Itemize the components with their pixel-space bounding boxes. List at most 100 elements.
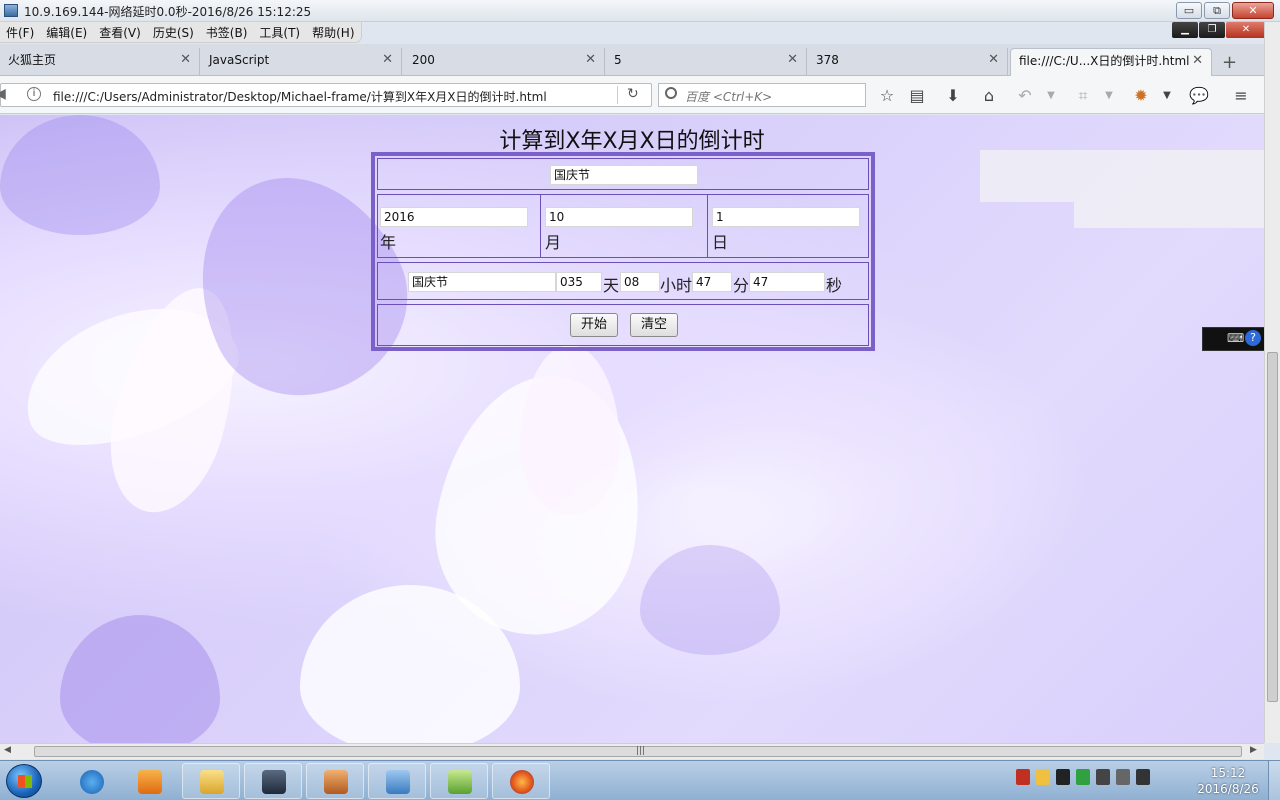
- menu-edit[interactable]: 编辑(E): [40, 24, 93, 41]
- purple-lily-decoration: [640, 545, 780, 655]
- tray-weather-icon[interactable]: [1036, 769, 1050, 785]
- crop-dropdown-icon[interactable]: ▼: [1098, 90, 1120, 101]
- year-cell: 2016 年: [378, 195, 541, 257]
- tray-monitor-icon[interactable]: [1056, 769, 1070, 785]
- keyboard-icon[interactable]: ⌨: [1227, 331, 1244, 345]
- tab-bar: 火狐主页 ✕ JavaScript ✕ 200 ✕ 5 ✕ 378 ✕ file…: [0, 44, 1264, 76]
- browser-window-controls: ▁ ❐ ✕: [1172, 22, 1266, 38]
- scroll-right-arrow-icon[interactable]: ▶: [1250, 745, 1257, 755]
- tab-5[interactable]: 5 ✕: [606, 48, 807, 76]
- taskbar-firefox-icon[interactable]: [492, 763, 550, 799]
- menu-tools[interactable]: 工具(T): [253, 24, 306, 41]
- scroll-left-arrow-icon[interactable]: ◀: [4, 745, 11, 755]
- addon-dropdown-icon[interactable]: ▼: [1156, 90, 1178, 101]
- month-input[interactable]: 10: [545, 207, 693, 227]
- minimize-button[interactable]: ▭: [1176, 2, 1202, 19]
- button-row: 开始 清空: [377, 304, 869, 346]
- browser-close-button[interactable]: ✕: [1226, 22, 1266, 38]
- tray-network-icon[interactable]: [1096, 769, 1110, 785]
- maximize-button[interactable]: ⧉: [1204, 2, 1230, 19]
- tab-378[interactable]: 378 ✕: [808, 48, 1008, 76]
- horizontal-scrollbar[interactable]: ◀ ||| ▶: [0, 743, 1264, 759]
- tray-security-icon[interactable]: [1076, 769, 1090, 785]
- tray-pen-icon[interactable]: [1016, 769, 1030, 785]
- taskbar-notepad-icon[interactable]: [430, 763, 488, 799]
- crop-icon[interactable]: ⌗: [1072, 86, 1094, 106]
- tab-close-icon[interactable]: ✕: [787, 48, 798, 72]
- search-input[interactable]: 百度 <Ctrl+K>: [658, 83, 866, 107]
- seconds-output[interactable]: 47: [749, 272, 825, 292]
- vertical-scroll-thumb[interactable]: [1267, 352, 1278, 702]
- taskbar-media-player-icon[interactable]: [120, 763, 178, 799]
- lily-petal-decoration: [520, 345, 620, 515]
- download-icon[interactable]: ⬇: [942, 86, 964, 105]
- url-bar[interactable]: ◀ i file:///C:/Users/Administrator/Deskt…: [0, 83, 652, 107]
- undo-dropdown-icon[interactable]: ▼: [1040, 90, 1062, 101]
- day-unit-label: 日: [712, 233, 729, 252]
- minutes-output[interactable]: 47: [692, 272, 732, 292]
- home-icon[interactable]: ⌂: [978, 86, 1000, 105]
- taskbar-explorer-icon[interactable]: [182, 763, 240, 799]
- undo-icon[interactable]: ↶: [1014, 86, 1036, 105]
- hours-output[interactable]: 08: [620, 272, 660, 292]
- browser-restore-button[interactable]: ❐: [1199, 22, 1225, 38]
- day-cell: 1 日: [710, 195, 870, 257]
- purple-lily-decoration: [60, 615, 220, 743]
- taskbar-control-panel-icon[interactable]: [368, 763, 426, 799]
- addon-icon[interactable]: ✹: [1130, 86, 1152, 105]
- tab-firefox-home[interactable]: 火狐主页 ✕: [0, 48, 200, 76]
- chat-icon[interactable]: 💬: [1188, 86, 1210, 105]
- tab-countdown-file[interactable]: file:///C:/U...X日的倒计时.html ✕: [1010, 48, 1212, 76]
- back-arrow-icon[interactable]: ◀: [0, 86, 6, 102]
- vertical-scrollbar[interactable]: [1264, 22, 1280, 743]
- browser-minimize-button[interactable]: ▁: [1172, 22, 1198, 38]
- countdown-result-row: 国庆节 035 天 08 小时 47 分 47 秒: [377, 262, 869, 300]
- start-button-icon[interactable]: [6, 764, 42, 798]
- remote-desktop-icon: [4, 4, 18, 17]
- taskbar-users-icon[interactable]: [306, 763, 364, 799]
- new-tab-button[interactable]: +: [1222, 52, 1237, 73]
- tab-close-icon[interactable]: ✕: [1192, 49, 1203, 73]
- event-name-input[interactable]: 国庆节: [550, 165, 698, 185]
- window-title: 10.9.169.144-网络延时0.0秒-2016/8/26 15:12:25: [24, 5, 312, 19]
- menu-file[interactable]: 件(F): [0, 24, 40, 41]
- tab-close-icon[interactable]: ✕: [180, 48, 191, 72]
- tab-label: 378: [816, 53, 839, 67]
- taskbar-computer-icon[interactable]: [244, 763, 302, 799]
- menu-bookmarks[interactable]: 书签(B): [200, 24, 254, 41]
- days-unit-label: 天: [603, 276, 620, 295]
- result-event-output[interactable]: 国庆节: [408, 272, 556, 292]
- menu-view[interactable]: 查看(V): [93, 24, 147, 41]
- overlay-panel: [980, 150, 1264, 202]
- tab-close-icon[interactable]: ✕: [988, 48, 999, 72]
- taskbar-ie-icon[interactable]: [62, 763, 120, 799]
- year-input[interactable]: 2016: [380, 207, 528, 227]
- tab-javascript[interactable]: JavaScript ✕: [201, 48, 402, 76]
- clear-button[interactable]: 清空: [630, 313, 679, 337]
- reload-icon[interactable]: ↻: [627, 86, 639, 102]
- menu-help[interactable]: 帮助(H): [306, 24, 360, 41]
- days-output[interactable]: 035: [556, 272, 602, 292]
- tray-volume-icon[interactable]: [1136, 769, 1150, 785]
- help-icon[interactable]: ?: [1245, 330, 1261, 346]
- tab-label: file:///C:/U...X日的倒计时.html: [1019, 54, 1190, 68]
- url-text[interactable]: file:///C:/Users/Administrator/Desktop/M…: [53, 88, 547, 105]
- month-unit-label: 月: [545, 233, 562, 252]
- show-desktop-button[interactable]: [1268, 761, 1280, 800]
- taskbar-clock[interactable]: 15:12 2016/8/26: [1195, 765, 1261, 797]
- tab-200[interactable]: 200 ✕: [404, 48, 605, 76]
- tab-label: 200: [412, 53, 435, 67]
- bookmark-star-icon[interactable]: ☆: [876, 86, 898, 105]
- hamburger-menu-icon[interactable]: ≡: [1230, 86, 1252, 105]
- search-placeholder: 百度 <Ctrl+K>: [685, 90, 773, 104]
- tab-close-icon[interactable]: ✕: [382, 48, 393, 72]
- tray-device-icon[interactable]: [1116, 769, 1130, 785]
- date-row: 2016 年 10 月 1 日: [377, 194, 869, 258]
- site-info-icon[interactable]: i: [27, 87, 41, 101]
- close-button[interactable]: ✕: [1232, 2, 1274, 19]
- tab-close-icon[interactable]: ✕: [585, 48, 596, 72]
- start-button[interactable]: 开始: [570, 313, 619, 337]
- day-input[interactable]: 1: [712, 207, 860, 227]
- menu-history[interactable]: 历史(S): [147, 24, 200, 41]
- reading-list-icon[interactable]: ▤: [906, 86, 928, 105]
